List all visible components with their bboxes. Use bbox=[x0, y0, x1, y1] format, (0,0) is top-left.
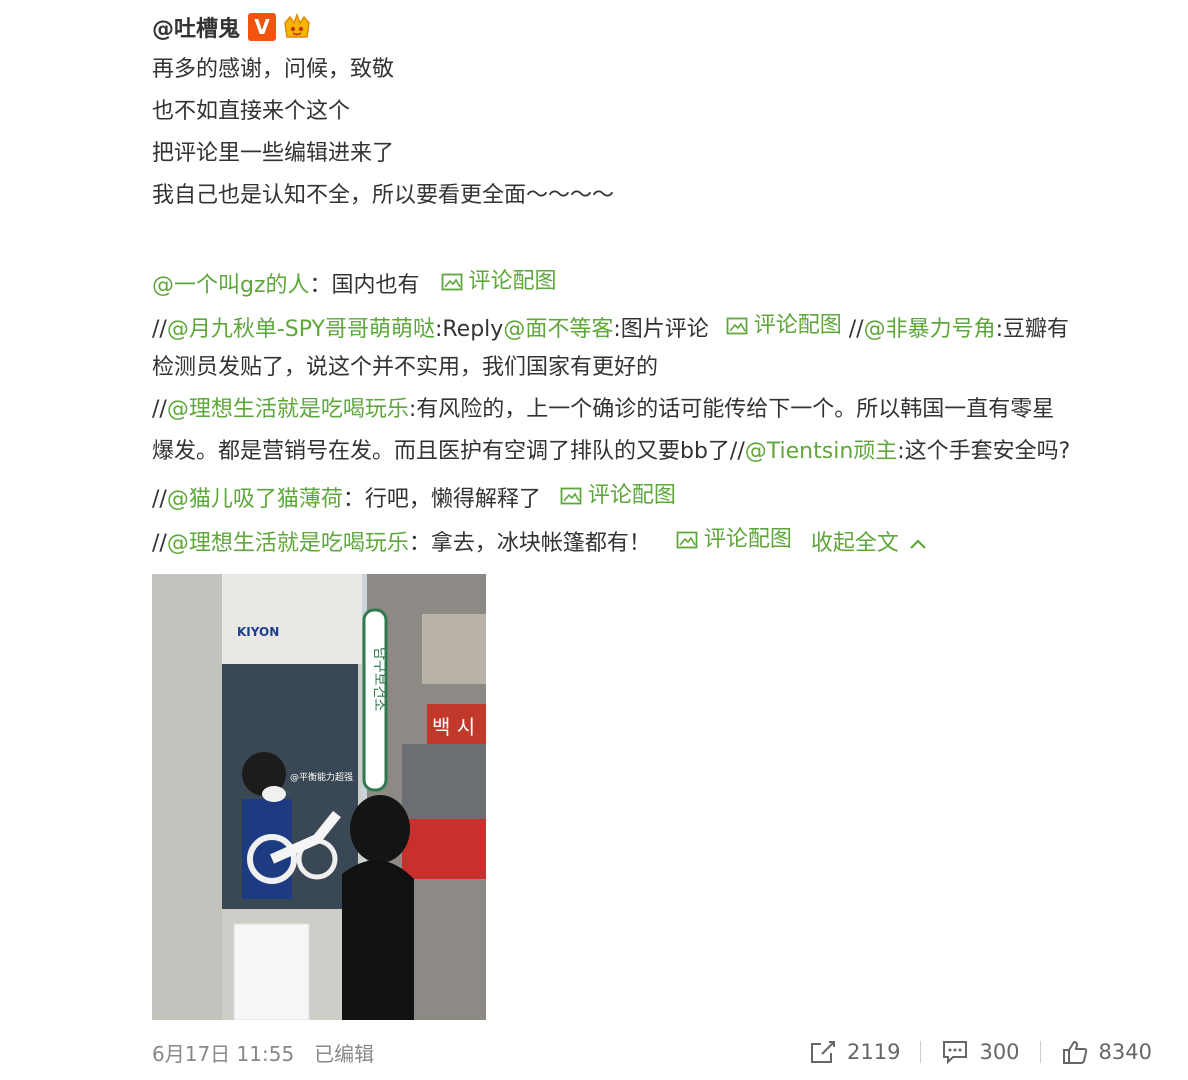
comment-image-label: 评论配图 bbox=[753, 313, 842, 338]
post-actions: 2119 300 8340 bbox=[809, 1036, 1152, 1068]
repost-line: @一个叫gz的人：国内也有 评论配图 bbox=[152, 268, 557, 300]
repost-line: //@理想生活就是吃喝玩乐：拿去，冰块帐篷都有！ 评论配图 收起全文 bbox=[152, 526, 927, 558]
repost-count: 2119 bbox=[847, 1040, 901, 1064]
repost-text: ：拿去，冰块帐篷都有！ bbox=[408, 531, 651, 556]
chevron-up-icon bbox=[910, 539, 926, 549]
post-author-row: @吐槽鬼 V bbox=[152, 10, 312, 44]
repost-prefix: // bbox=[841, 317, 864, 342]
user-mention-link[interactable]: @猫儿吸了猫薄荷 bbox=[167, 487, 343, 512]
image-icon bbox=[441, 273, 462, 291]
comment-count: 300 bbox=[979, 1040, 1020, 1064]
comment-button[interactable]: 300 bbox=[941, 1039, 1020, 1065]
post-text-line: 把评论里一些编辑进来了 bbox=[152, 141, 395, 166]
comment-image-link[interactable]: 评论配图 bbox=[676, 526, 792, 554]
comment-image-label: 评论配图 bbox=[703, 527, 792, 552]
image-icon bbox=[726, 317, 748, 335]
repost-button[interactable]: 2119 bbox=[809, 1039, 900, 1065]
edited-label[interactable]: 已编辑 bbox=[314, 1038, 374, 1067]
verified-badge-icon: V bbox=[248, 13, 277, 41]
comment-image-link[interactable]: 评论配图 bbox=[560, 482, 676, 510]
comment-icon bbox=[943, 1041, 968, 1065]
user-mention-link[interactable]: @月九秋单-SPY哥哥萌萌哒 bbox=[167, 317, 435, 342]
comment-image-link[interactable]: 评论配图 bbox=[441, 268, 557, 296]
collapse-label: 收起全文 bbox=[810, 531, 899, 556]
repost-text: :这个手套安全吗? bbox=[897, 439, 1071, 464]
post-photo[interactable]: 백 시 남구보건소 KIYON @平衡能力超强 bbox=[152, 574, 486, 1020]
image-icon bbox=[560, 487, 582, 505]
user-mention-link[interactable]: @理想生活就是吃喝玩乐 bbox=[167, 397, 409, 422]
divider bbox=[1039, 1041, 1041, 1063]
repost-text: :豆瓣有 bbox=[995, 317, 1070, 342]
repost-text: :有风险的，上一个确诊的话可能传给下一个。所以韩国一直有零星 bbox=[408, 397, 1055, 422]
repost-prefix: // bbox=[152, 317, 167, 342]
post-timestamp[interactable]: 6月17日 11:55 bbox=[152, 1038, 294, 1067]
user-mention-link[interactable]: @面不等客 bbox=[503, 317, 613, 342]
collapse-full-text-link[interactable]: 收起全文 bbox=[811, 530, 927, 558]
photo-watermark: @平衡能力超强 bbox=[290, 771, 353, 783]
repost-text: ：行吧，懒得解释了 bbox=[342, 487, 541, 512]
repost-prefix: // bbox=[152, 531, 167, 556]
user-mention-link[interactable]: @Tientsin顽主 bbox=[745, 439, 898, 464]
separator: ： bbox=[309, 273, 332, 298]
repost-prefix: // bbox=[152, 487, 167, 512]
post-text-line: 也不如直接来个这个 bbox=[152, 99, 351, 124]
divider bbox=[920, 1041, 922, 1063]
repost-text: :Reply bbox=[434, 317, 504, 342]
post-text-line: 再多的感谢，问候，致敬 bbox=[152, 57, 395, 82]
comment-image-label: 评论配图 bbox=[587, 483, 676, 508]
booth-brand-text: KIYON bbox=[237, 625, 279, 639]
shop-sign-text: 백 시 bbox=[432, 715, 475, 739]
comment-image-label: 评论配图 bbox=[468, 269, 557, 294]
repost-line: //@月九秋单-SPY哥哥萌萌哒:Reply@面不等客:图片评论 评论配图 //… bbox=[152, 312, 1069, 344]
thumbs-up-icon bbox=[1062, 1040, 1087, 1064]
repost-line: //@理想生活就是吃喝玩乐:有风险的，上一个确诊的话可能传给下一个。所以韩国一直… bbox=[152, 396, 1054, 424]
member-crown-icon bbox=[282, 13, 312, 41]
user-mention-link[interactable]: @理想生活就是吃喝玩乐 bbox=[167, 531, 409, 556]
repost-line: 检测员发贴了，说这个并不实用，我们国家有更好的 bbox=[152, 355, 659, 380]
user-mention-link[interactable]: @一个叫gz的人 bbox=[152, 273, 310, 298]
repost-text: 国内也有 bbox=[331, 273, 420, 298]
repost-icon bbox=[811, 1041, 835, 1063]
like-count: 8340 bbox=[1098, 1040, 1152, 1064]
comment-image-link[interactable]: 评论配图 bbox=[726, 312, 842, 340]
image-icon bbox=[676, 531, 698, 549]
post-footer: 6月17日 11:55 已编辑 2119 300 8340 bbox=[152, 1036, 1152, 1068]
repost-line: //@猫儿吸了猫薄荷：行吧，懒得解释了 评论配图 bbox=[152, 482, 676, 514]
repost-text: :图片评论 bbox=[613, 317, 709, 342]
author-name[interactable]: @吐槽鬼 bbox=[152, 11, 240, 43]
user-mention-link[interactable]: @非暴力号角 bbox=[864, 317, 996, 342]
like-button[interactable]: 8340 bbox=[1061, 1039, 1152, 1065]
repost-line: 爆发。都是营销号在发。而且医护有空调了排队的又要bb了//@Tientsin顽主… bbox=[152, 438, 1070, 466]
health-center-sign-text: 남구보건소 bbox=[371, 647, 387, 712]
post-text-line: 我自己也是认知不全，所以要看更全面～～～～ bbox=[152, 183, 615, 208]
repost-text: 爆发。都是营销号在发。而且医护有空调了排队的又要bb了// bbox=[152, 439, 745, 464]
repost-prefix: // bbox=[152, 397, 167, 422]
